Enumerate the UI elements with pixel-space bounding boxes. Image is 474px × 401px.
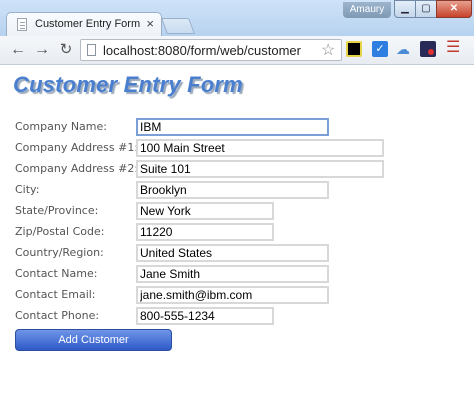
- field-label: Contact Phone:: [15, 309, 100, 322]
- browser-tab[interactable]: Customer Entry Form ×: [6, 12, 162, 36]
- page-content: Customer Entry Form Company Name: Compan…: [0, 65, 474, 401]
- extension-icon-4[interactable]: [420, 41, 436, 57]
- field-label: Contact Email:: [15, 288, 96, 301]
- field-label: Company Name:: [15, 120, 107, 133]
- url-text: localhost:8080/form/web/customer: [103, 43, 301, 58]
- contact-email-input[interactable]: [136, 286, 329, 304]
- maximize-button[interactable]: ▢: [415, 0, 437, 18]
- field-label: Zip/Postal Code:: [15, 225, 105, 238]
- new-tab-button[interactable]: [161, 18, 195, 34]
- company-name-input[interactable]: [136, 118, 329, 136]
- extension-checkmark-icon[interactable]: ✓: [372, 41, 388, 57]
- browser-titlebar: Customer Entry Form × Amaury ▁ ▢ ✕: [0, 0, 474, 36]
- country-region-input[interactable]: [136, 244, 329, 262]
- cloud-icon[interactable]: ☁: [396, 41, 412, 57]
- zip-postal-code-input[interactable]: [136, 223, 274, 241]
- bookmark-star-icon[interactable]: ☆: [321, 40, 335, 60]
- city-input[interactable]: [136, 181, 329, 199]
- state-province-input[interactable]: [136, 202, 274, 220]
- forward-arrow-icon[interactable]: →: [32, 40, 52, 60]
- contact-name-input[interactable]: [136, 265, 329, 283]
- page-title: Customer Entry Form: [13, 72, 243, 97]
- field-label: Company Address #2:: [15, 162, 139, 175]
- extension-icon-1[interactable]: [346, 41, 362, 57]
- tab-title: Customer Entry Form: [35, 18, 141, 30]
- field-label: Country/Region:: [15, 246, 104, 259]
- minimize-button[interactable]: ▁: [394, 0, 416, 18]
- menu-icon[interactable]: ☰: [446, 40, 460, 56]
- address-bar[interactable]: localhost:8080/form/web/customer ☆: [80, 39, 342, 61]
- company-address-1-input[interactable]: [136, 139, 384, 157]
- close-window-button[interactable]: ✕: [436, 0, 472, 18]
- page-icon: [87, 44, 96, 56]
- add-customer-button[interactable]: Add Customer: [15, 329, 172, 351]
- document-icon: [17, 18, 27, 31]
- reload-icon[interactable]: ↻: [56, 40, 76, 60]
- tab-close-icon[interactable]: ×: [146, 16, 154, 31]
- field-label: Contact Name:: [15, 267, 98, 280]
- company-address-2-input[interactable]: [136, 160, 384, 178]
- back-arrow-icon[interactable]: ←: [8, 40, 28, 60]
- field-label: City:: [15, 183, 40, 196]
- contact-phone-input[interactable]: [136, 307, 274, 325]
- field-label: State/Province:: [15, 204, 99, 217]
- field-label: Company Address #1:: [15, 141, 139, 154]
- profile-badge[interactable]: Amaury: [343, 2, 391, 18]
